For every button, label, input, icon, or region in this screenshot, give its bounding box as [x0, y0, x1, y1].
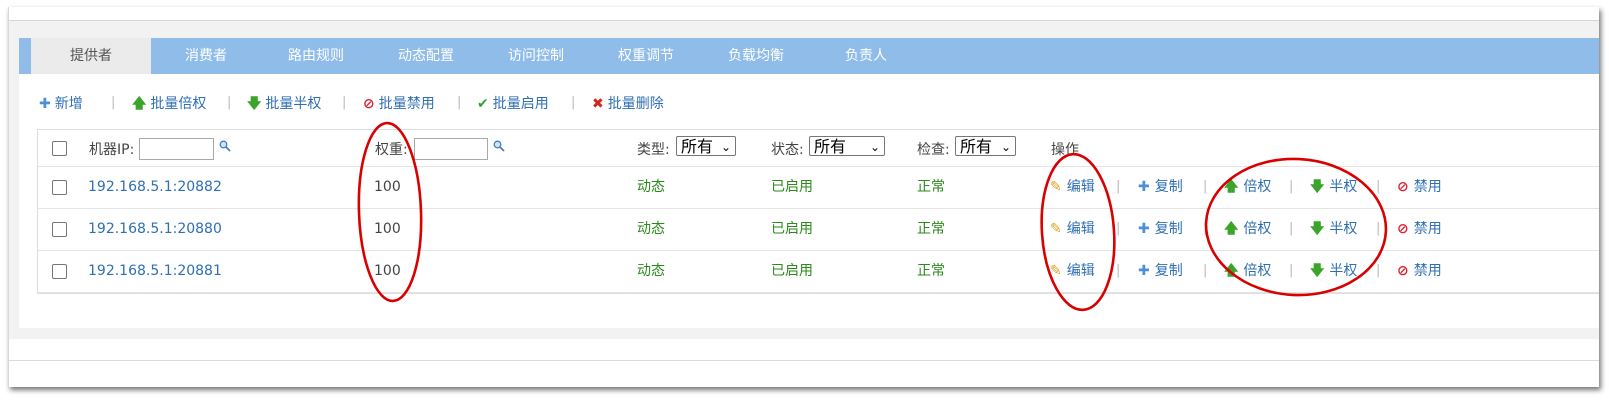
edit-column-annotation-ellipse — [1040, 152, 1116, 312]
weight-column-annotation-ellipse — [357, 121, 423, 303]
weight-actions-annotation-ellipse — [1204, 157, 1388, 297]
browser-frame: 提供者 消费者 路由规则 动态配置 访问控制 权重调节 负载均衡 负责人 ✚ 新增… — [8, 7, 1599, 387]
annotation-layer — [357, 121, 1388, 312]
